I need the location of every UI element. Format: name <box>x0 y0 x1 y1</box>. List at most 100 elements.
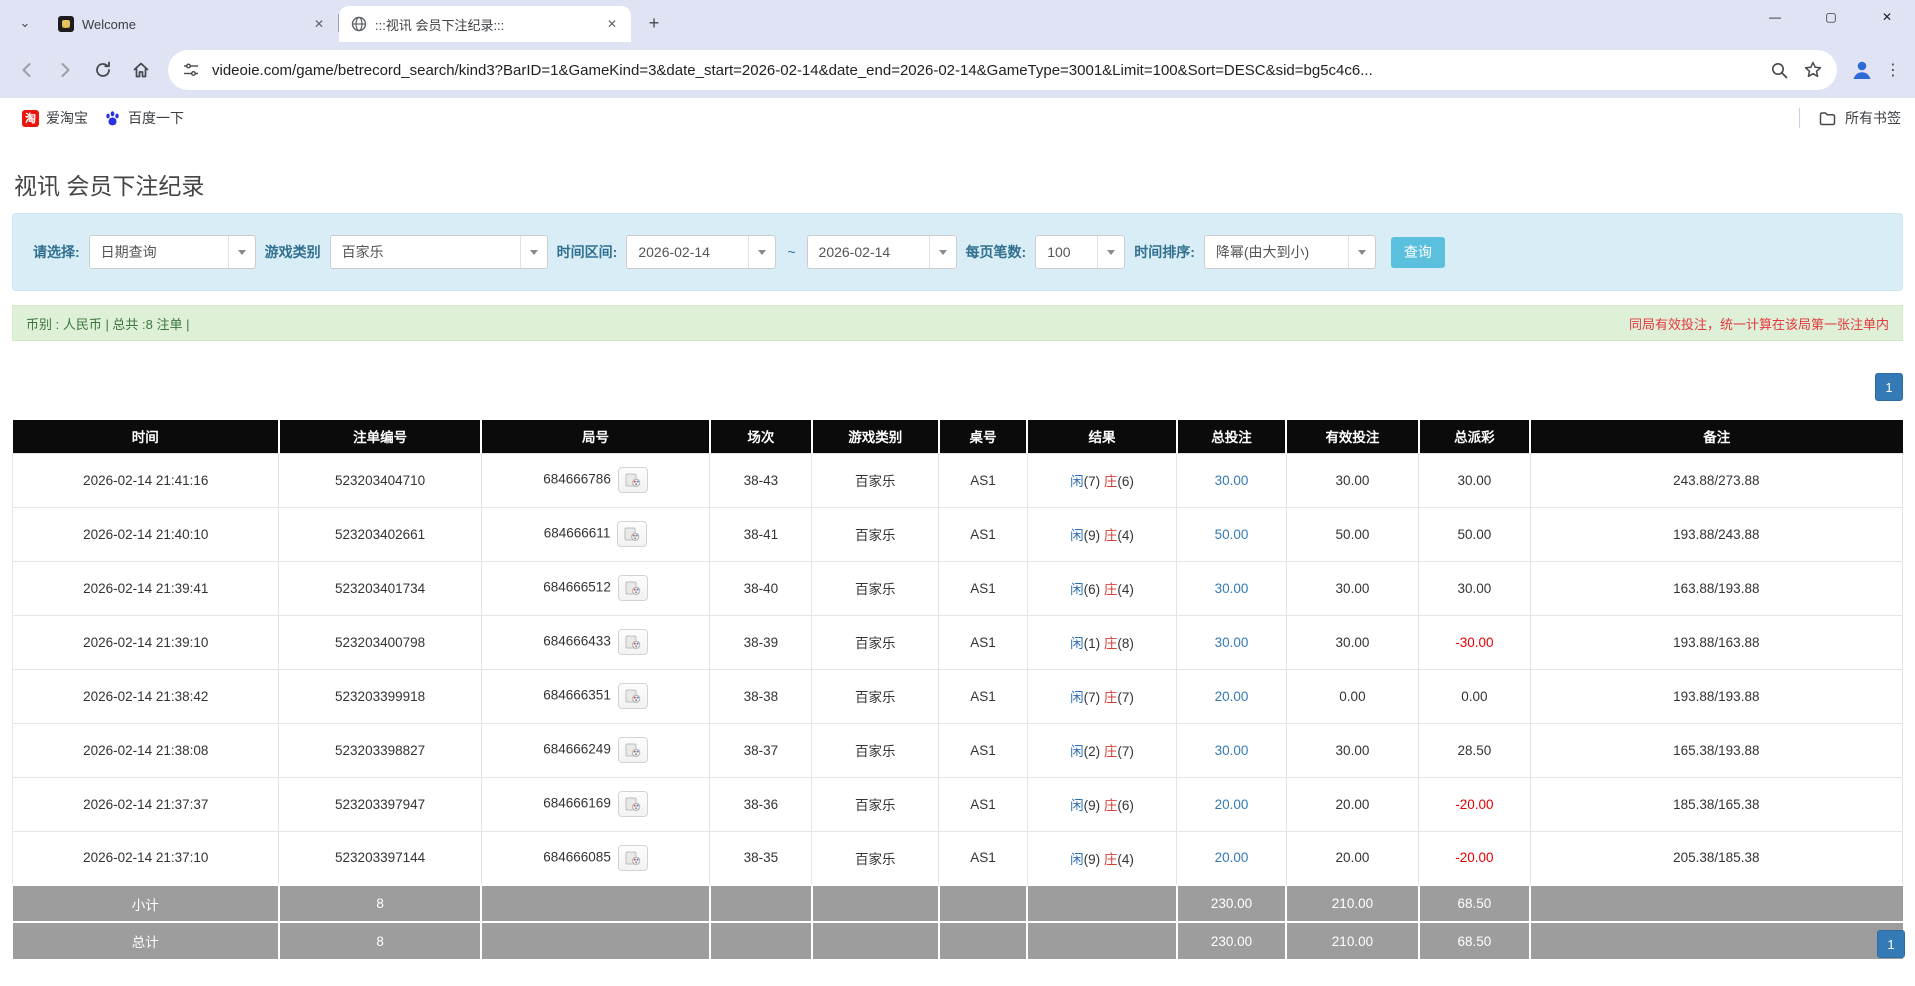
per-page-select[interactable]: 100 <box>1035 235 1125 269</box>
cell-game-kind: 百家乐 <box>812 669 939 723</box>
cell-total-bet[interactable]: 20.00 <box>1177 669 1287 723</box>
url-bar[interactable]: videoie.com/game/betrecord_search/kind3?… <box>168 50 1837 90</box>
all-bookmarks-label[interactable]: 所有书签 <box>1845 108 1901 128</box>
video-replay-icon[interactable] <box>618 575 648 601</box>
total-row-cell-2 <box>481 922 710 959</box>
tab-close-icon[interactable]: ✕ <box>310 15 328 33</box>
search-button[interactable]: 查询 <box>1391 237 1445 268</box>
chevron-down-icon[interactable] <box>1097 236 1124 268</box>
date-start-input[interactable]: 2026-02-14 <box>626 235 776 269</box>
back-icon[interactable] <box>10 53 44 87</box>
cell-valid-bet: 30.00 <box>1286 561 1418 615</box>
forward-icon[interactable] <box>48 53 82 87</box>
total-row-cell-1: 8 <box>279 922 481 959</box>
zoom-icon[interactable] <box>1770 61 1789 80</box>
cell-time: 2026-02-14 21:38:08 <box>13 723 279 777</box>
currency-summary: 币别 : 人民币 | 总共 :8 注单 | <box>26 314 190 333</box>
cell-payout: 0.00 <box>1419 669 1531 723</box>
date-range-label: 时间区间: <box>557 242 618 262</box>
pagination-page-1-bottom[interactable]: 1 <box>1877 930 1905 958</box>
browser-menu-icon[interactable]: ⋮ <box>1881 60 1905 80</box>
maximize-button[interactable]: ▢ <box>1803 0 1859 34</box>
banker-result: 庄 <box>1104 852 1118 867</box>
pagination-page-1[interactable]: 1 <box>1875 373 1903 401</box>
game-kind-value: 百家乐 <box>331 236 520 268</box>
cell-payout: -20.00 <box>1419 831 1531 885</box>
video-replay-icon[interactable] <box>618 629 648 655</box>
cell-bet-id: 523203398827 <box>279 723 481 777</box>
tab-welcome[interactable]: Welcome ✕ <box>46 6 338 42</box>
table-row: 2026-02-14 21:38:42523203399918684666351… <box>13 669 1903 723</box>
game-kind-label: 游戏类别 <box>265 242 321 262</box>
video-replay-icon[interactable] <box>618 737 648 763</box>
cell-bet-id: 523203401734 <box>279 561 481 615</box>
cell-table-no: AS1 <box>939 831 1028 885</box>
query-type-select[interactable]: 日期查询 <box>89 235 256 269</box>
cell-result: 闲(1) 庄(8) <box>1027 615 1176 669</box>
video-replay-icon[interactable] <box>618 467 648 493</box>
cell-total-bet[interactable]: 20.00 <box>1177 831 1287 885</box>
cell-total-bet[interactable]: 20.00 <box>1177 777 1287 831</box>
cell-table-no: AS1 <box>939 669 1028 723</box>
cell-time: 2026-02-14 21:38:42 <box>13 669 279 723</box>
cell-valid-bet: 20.00 <box>1286 831 1418 885</box>
globe-icon <box>351 16 367 32</box>
chevron-down-icon[interactable] <box>520 236 547 268</box>
player-result: 闲 <box>1070 744 1084 759</box>
minimize-button[interactable]: — <box>1747 0 1803 34</box>
cell-round: 684666351 <box>481 669 710 723</box>
tab-search-button[interactable]: ⌄ <box>8 6 42 40</box>
cell-valid-bet: 0.00 <box>1286 669 1418 723</box>
cell-remark: 193.88/243.88 <box>1530 507 1902 561</box>
home-icon[interactable] <box>124 53 158 87</box>
profile-avatar[interactable] <box>1847 55 1877 85</box>
close-button[interactable]: ✕ <box>1859 0 1915 34</box>
bookmark-baidu[interactable]: 百度一下 <box>96 104 192 132</box>
cell-remark: 243.88/273.88 <box>1530 453 1902 507</box>
cell-total-bet[interactable]: 50.00 <box>1177 507 1287 561</box>
total-row-cell-6 <box>1027 922 1176 959</box>
chevron-down-icon[interactable] <box>1348 236 1375 268</box>
total-row-cell-5 <box>939 922 1028 959</box>
reload-icon[interactable] <box>86 53 120 87</box>
game-kind-select[interactable]: 百家乐 <box>330 235 548 269</box>
video-replay-icon[interactable] <box>618 845 648 871</box>
total-row-cell-7: 230.00 <box>1177 922 1287 959</box>
cell-total-bet[interactable]: 30.00 <box>1177 561 1287 615</box>
video-replay-icon[interactable] <box>618 791 648 817</box>
round-number: 684666351 <box>543 688 611 703</box>
sort-select[interactable]: 降幂(由大到小) <box>1204 235 1376 269</box>
cell-total-bet[interactable]: 30.00 <box>1177 723 1287 777</box>
tab-betrecord[interactable]: :::视讯 会员下注纪录::: ✕ <box>339 6 631 42</box>
chevron-down-icon[interactable] <box>929 236 956 268</box>
cell-round: 684666786 <box>481 453 710 507</box>
cell-round: 684666433 <box>481 615 710 669</box>
site-settings-icon[interactable] <box>182 61 200 79</box>
cell-result: 闲(7) 庄(7) <box>1027 669 1176 723</box>
cell-total-bet[interactable]: 30.00 <box>1177 615 1287 669</box>
subtotal-row: 小计8230.00210.0068.50 <box>13 885 1903 922</box>
column-header: 场次 <box>710 420 812 453</box>
summary-bar: 币别 : 人民币 | 总共 :8 注单 | 同局有效投注，统一计算在该局第一张注… <box>12 305 1903 341</box>
bookmark-taobao[interactable]: 淘 爱淘宝 <box>14 104 96 132</box>
video-replay-icon[interactable] <box>618 683 648 709</box>
welcome-tab-favicon <box>58 16 74 32</box>
date-end-input[interactable]: 2026-02-14 <box>807 235 957 269</box>
cell-total-bet[interactable]: 30.00 <box>1177 453 1287 507</box>
new-tab-button[interactable]: + <box>639 8 669 38</box>
cell-remark: 185.38/165.38 <box>1530 777 1902 831</box>
video-replay-icon[interactable] <box>617 521 647 547</box>
bookmark-star-icon[interactable] <box>1803 60 1823 80</box>
query-type-value: 日期查询 <box>90 236 228 268</box>
bookmark-label: 百度一下 <box>128 108 184 128</box>
chevron-down-icon[interactable] <box>228 236 255 268</box>
cell-remark: 193.88/163.88 <box>1530 615 1902 669</box>
tab-close-icon[interactable]: ✕ <box>603 15 621 33</box>
url-text[interactable]: videoie.com/game/betrecord_search/kind3?… <box>212 62 1760 79</box>
chevron-down-icon[interactable] <box>748 236 775 268</box>
cell-game-kind: 百家乐 <box>812 615 939 669</box>
folder-icon <box>1818 109 1837 128</box>
player-result: 闲 <box>1070 582 1084 597</box>
subtotal-row-cell-9: 68.50 <box>1419 885 1531 922</box>
banker-result: 庄 <box>1104 582 1118 597</box>
